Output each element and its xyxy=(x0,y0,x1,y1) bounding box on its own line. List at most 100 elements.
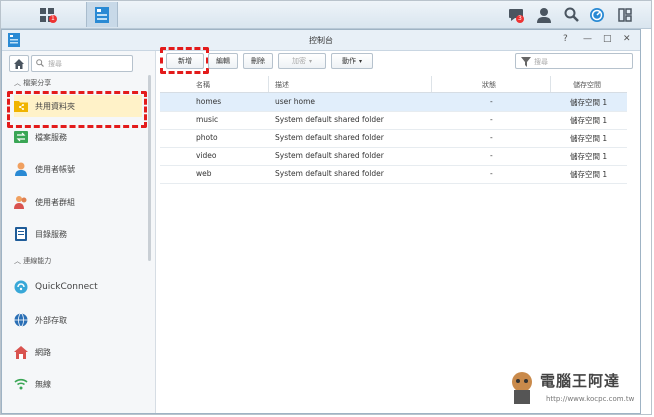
user-icon xyxy=(537,7,551,23)
chevron-down-icon: ▾ xyxy=(308,57,312,65)
cell-description: System default shared folder xyxy=(275,151,384,160)
highlight-box xyxy=(160,47,209,74)
group-icon xyxy=(14,195,28,209)
cell-description: System default shared folder xyxy=(275,169,384,178)
main-menu-button[interactable]: 1 xyxy=(34,2,60,27)
cell-status: - xyxy=(490,97,493,106)
control-panel-icon xyxy=(95,6,109,23)
table-search-input[interactable]: 搜尋 xyxy=(515,53,633,69)
notification-badge: 1 xyxy=(49,15,57,23)
help-button[interactable]: ? xyxy=(563,34,568,44)
wifi-icon xyxy=(14,377,28,391)
cell-status: - xyxy=(490,169,493,178)
gauge-icon xyxy=(590,7,604,22)
sidebar-item-label: 檔案服務 xyxy=(35,132,67,142)
section-label: 檔案分享 xyxy=(23,79,52,87)
sidebar-item-file-services[interactable]: 檔案服務 xyxy=(14,126,142,148)
section-label: 連線能力 xyxy=(23,257,52,265)
table-row[interactable]: video System default shared folder - 儲存空… xyxy=(160,147,627,166)
highlight-box xyxy=(7,91,147,128)
notify-count-badge: 3 xyxy=(516,15,524,23)
taskbar-control-panel[interactable] xyxy=(86,2,118,27)
taskbar: 1 3 xyxy=(1,1,651,29)
file-services-icon xyxy=(14,130,28,144)
sidebar-item-directory[interactable]: 目錄服務 xyxy=(14,223,142,245)
watermark: 電腦王阿達 http://www.kocpc.com.tw xyxy=(506,368,646,412)
cell-description: System default shared folder xyxy=(275,115,384,124)
cell-name: web xyxy=(196,169,212,178)
table-row[interactable]: web System default shared folder - 儲存空間 … xyxy=(160,165,627,184)
search-icon xyxy=(564,7,579,22)
window-titlebar[interactable]: 控制台 ? — □ ✕ xyxy=(2,30,640,51)
show-desktop-button[interactable] xyxy=(615,2,635,27)
column-header-volume[interactable]: 儲存空間 xyxy=(573,80,601,90)
watermark-url: http://www.kocpc.com.tw xyxy=(546,395,635,403)
table-row[interactable]: music System default shared folder - 儲存空… xyxy=(160,111,627,130)
column-header-description[interactable]: 描述 xyxy=(275,80,289,90)
sidebar-item-external-access[interactable]: 外部存取 xyxy=(14,309,142,331)
sidebar-item-label: 無線 xyxy=(35,379,51,389)
windows-icon xyxy=(618,7,632,22)
encrypt-dropdown[interactable]: 加密 ▾ xyxy=(278,53,326,69)
edit-button[interactable]: 編輯 xyxy=(208,53,238,69)
search-placeholder: 搜尋 xyxy=(48,60,62,68)
column-divider xyxy=(268,76,269,92)
sidebar-search-input[interactable]: 搜尋 xyxy=(31,55,133,72)
search-button[interactable] xyxy=(561,2,581,27)
chevron-down-icon: ▾ xyxy=(358,57,362,65)
table-row[interactable]: photo System default shared folder - 儲存空… xyxy=(160,129,627,148)
cell-volume: 儲存空間 1 xyxy=(570,152,608,161)
user-icon xyxy=(14,162,28,176)
sidebar-item-label: 使用者帳號 xyxy=(35,164,75,174)
home-icon xyxy=(14,58,24,69)
cell-name: photo xyxy=(196,133,218,142)
column-header-name[interactable]: 名稱 xyxy=(196,80,210,90)
column-header-status[interactable]: 狀態 xyxy=(482,80,496,90)
sidebar-item-label: QuickConnect xyxy=(35,282,98,292)
action-label: 動作 xyxy=(341,57,356,65)
table-row[interactable]: homes user home - 儲存空間 1 xyxy=(160,93,627,112)
mascot-icon xyxy=(512,372,532,404)
cell-status: - xyxy=(490,151,493,160)
filter-icon xyxy=(521,57,531,67)
minimize-button[interactable]: — xyxy=(583,34,592,44)
section-file-sharing[interactable]: ︿ 檔案分享 xyxy=(14,78,51,88)
sidebar-item-quickconnect[interactable]: QuickConnect xyxy=(14,276,142,298)
home-button[interactable] xyxy=(9,55,29,72)
sidebar-item-wireless[interactable]: 無線 xyxy=(14,373,142,395)
sidebar-item-network[interactable]: 網路 xyxy=(14,341,142,363)
column-divider xyxy=(431,76,432,92)
user-menu-button[interactable] xyxy=(534,2,554,27)
directory-icon xyxy=(14,227,28,241)
close-button[interactable]: ✕ xyxy=(623,34,631,44)
sidebar-item-user[interactable]: 使用者帳號 xyxy=(14,158,142,180)
cell-status: - xyxy=(490,115,493,124)
cell-volume: 儲存空間 1 xyxy=(570,116,608,125)
table-header: 名稱 描述 狀態 儲存空間 xyxy=(160,76,627,93)
maximize-button[interactable]: □ xyxy=(603,34,612,44)
section-connectivity[interactable]: ︿ 連線能力 xyxy=(14,256,51,266)
widgets-button[interactable] xyxy=(587,2,607,27)
cell-description: user home xyxy=(275,97,316,106)
cell-volume: 儲存空間 1 xyxy=(570,134,608,143)
network-icon xyxy=(14,345,28,359)
sidebar-item-label: 外部存取 xyxy=(35,315,67,325)
cell-name: homes xyxy=(196,97,222,106)
cell-name: music xyxy=(196,115,219,124)
cell-name: video xyxy=(196,151,217,160)
notifications-button[interactable]: 3 xyxy=(505,2,527,27)
encrypt-label: 加密 xyxy=(291,57,306,65)
sidebar-item-group[interactable]: 使用者群組 xyxy=(14,191,142,213)
sidebar-scrollbar[interactable] xyxy=(148,75,151,261)
chevron-up-icon: ︿ xyxy=(14,257,21,265)
cell-status: - xyxy=(490,133,493,142)
delete-button[interactable]: 刪除 xyxy=(243,53,273,69)
cell-volume: 儲存空間 1 xyxy=(570,170,608,179)
search-placeholder: 搜尋 xyxy=(534,58,548,66)
cell-description: System default shared folder xyxy=(275,133,384,142)
cell-volume: 儲存空間 1 xyxy=(570,98,608,107)
column-divider xyxy=(550,76,551,92)
sidebar-item-label: 網路 xyxy=(35,347,51,357)
action-dropdown[interactable]: 動作 ▾ xyxy=(331,53,373,69)
window-title: 控制台 xyxy=(309,36,333,45)
